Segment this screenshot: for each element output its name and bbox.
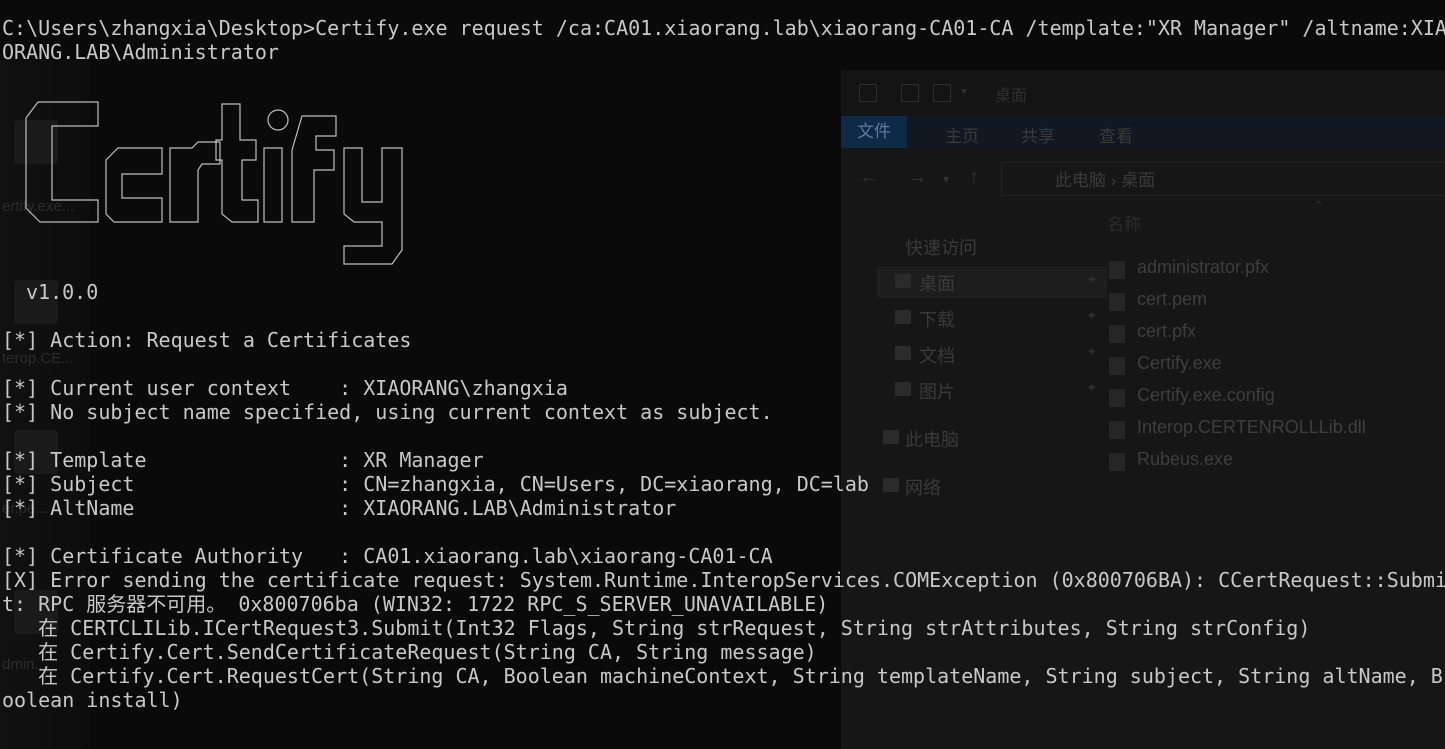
output-line: [*] No subject name specified, using cur… [2, 400, 773, 424]
certify-ascii-logo [25, 101, 403, 265]
command-line: C:\Users\zhangxia\Desktop>Certify.exe re… [2, 16, 1445, 40]
console-window[interactable]: C:\Users\zhangxia\Desktop>Certify.exe re… [0, 0, 1445, 749]
error-line: t: RPC 服务器不可用。 0x800706ba (WIN32: 1722 R… [2, 592, 829, 616]
output-line: [*] Current user context : XIAORANG\zhan… [2, 376, 568, 400]
output-line: [*] Subject : CN=zhangxia, CN=Users, DC=… [2, 472, 869, 496]
output-line: [*] Template : XR Manager [2, 448, 484, 472]
command-line-wrap: ORANG.LAB\Administrator [2, 40, 279, 64]
stack-trace-line: oolean install) [2, 688, 183, 712]
version-label: v1.0.0 [26, 280, 99, 304]
error-line: [X] Error sending the certificate reques… [2, 568, 1445, 592]
output-line: [*] Certificate Authority : CA01.xiaoran… [2, 544, 773, 568]
stack-trace-line: 在 CERTCLILib.ICertRequest3.Submit(Int32 … [2, 616, 1311, 640]
output-line: [*] Action: Request a Certificates [2, 328, 412, 352]
stack-trace-line: 在 Certify.Cert.RequestCert(String CA, Bo… [2, 664, 1443, 688]
stack-trace-line: 在 Certify.Cert.SendCertificateRequest(St… [2, 640, 817, 664]
output-line: [*] AltName : XIAORANG.LAB\Administrator [2, 496, 677, 520]
